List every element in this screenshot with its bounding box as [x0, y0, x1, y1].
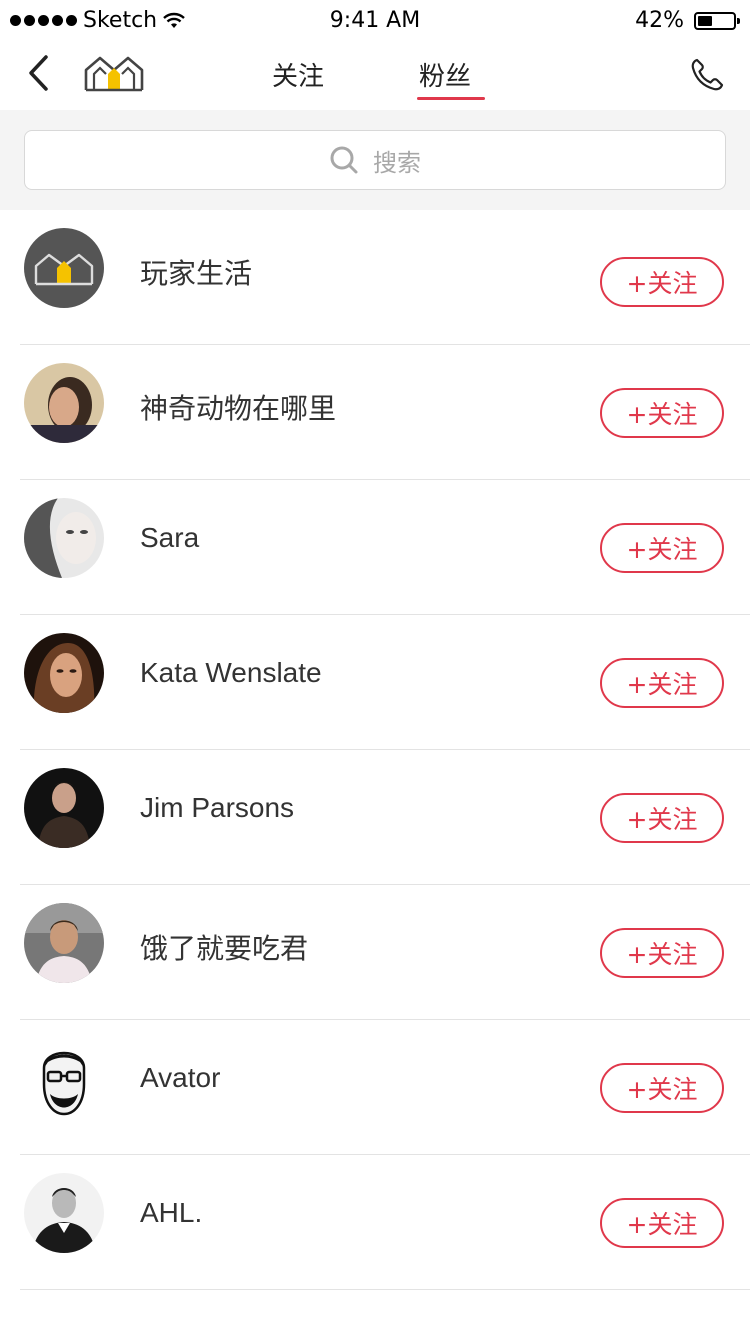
battery-level [698, 15, 713, 26]
photo-avatar-icon [24, 498, 104, 578]
illustrated-avatar-icon [24, 1038, 104, 1118]
fan-name: 饿了就要吃君 [140, 933, 309, 964]
fan-list: 玩家生活 +关注 神奇动物在哪里 +关注 Sara +关注 Kata Wensl… [0, 210, 750, 1290]
fan-name: Sara [140, 522, 200, 553]
avatar[interactable] [24, 363, 104, 443]
nav-bar: 关注 粉丝 [0, 44, 750, 110]
phone-icon [691, 58, 724, 91]
avatar[interactable] [24, 1038, 104, 1118]
fan-name: Kata Wenslate [140, 657, 322, 688]
battery-percent: 42% [635, 8, 684, 33]
tab-bar: 关注 粉丝 [0, 44, 750, 110]
follow-button[interactable]: +关注 [600, 658, 724, 708]
search-input[interactable]: 搜索 [24, 130, 726, 190]
search-placeholder: 搜索 [373, 148, 421, 177]
list-item[interactable]: Kata Wenslate +关注 [20, 615, 750, 750]
avatar[interactable] [24, 768, 104, 848]
search-icon [330, 146, 358, 174]
photo-avatar-icon [24, 633, 104, 713]
follow-button[interactable]: +关注 [600, 793, 724, 843]
avatar[interactable] [24, 1173, 104, 1253]
photo-avatar-icon [24, 363, 104, 443]
follow-button[interactable]: +关注 [600, 1198, 724, 1248]
phone-button[interactable] [686, 54, 728, 96]
avatar[interactable] [24, 498, 104, 578]
list-item[interactable]: 玩家生活 +关注 [20, 210, 750, 345]
search-area: 搜索 [0, 110, 750, 210]
avatar[interactable] [24, 228, 104, 308]
fan-name: Avator [140, 1062, 221, 1093]
fan-name: Jim Parsons [140, 792, 295, 823]
follow-button[interactable]: +关注 [600, 928, 724, 978]
battery-icon [694, 11, 740, 30]
follow-button[interactable]: +关注 [600, 388, 724, 438]
list-item[interactable]: Sara +关注 [20, 480, 750, 615]
fan-name: 玩家生活 [140, 258, 253, 289]
photo-avatar-icon [24, 1173, 104, 1253]
list-item[interactable]: Avator +关注 [20, 1020, 750, 1155]
tab-fans[interactable]: 粉丝 [419, 56, 471, 93]
photo-avatar-icon [24, 903, 104, 983]
list-item[interactable]: 神奇动物在哪里 +关注 [20, 345, 750, 480]
follow-button[interactable]: +关注 [600, 257, 724, 307]
list-item[interactable]: 饿了就要吃君 +关注 [20, 885, 750, 1020]
photo-avatar-icon [24, 768, 104, 848]
status-right: 42% [635, 8, 740, 33]
follow-button[interactable]: +关注 [600, 1063, 724, 1113]
status-bar: Sketch 9:41 AM 42% [0, 0, 750, 44]
follow-button[interactable]: +关注 [600, 523, 724, 573]
list-item[interactable]: Jim Parsons +关注 [20, 750, 750, 885]
avatar[interactable] [24, 633, 104, 713]
fan-name: 神奇动物在哪里 [140, 393, 337, 424]
fan-name: AHL. [140, 1197, 203, 1228]
tab-following[interactable]: 关注 [272, 56, 324, 93]
list-item[interactable]: AHL. +关注 [20, 1155, 750, 1290]
active-tab-indicator [417, 97, 485, 100]
avatar[interactable] [24, 903, 104, 983]
brand-logo-avatar-icon [24, 228, 104, 308]
